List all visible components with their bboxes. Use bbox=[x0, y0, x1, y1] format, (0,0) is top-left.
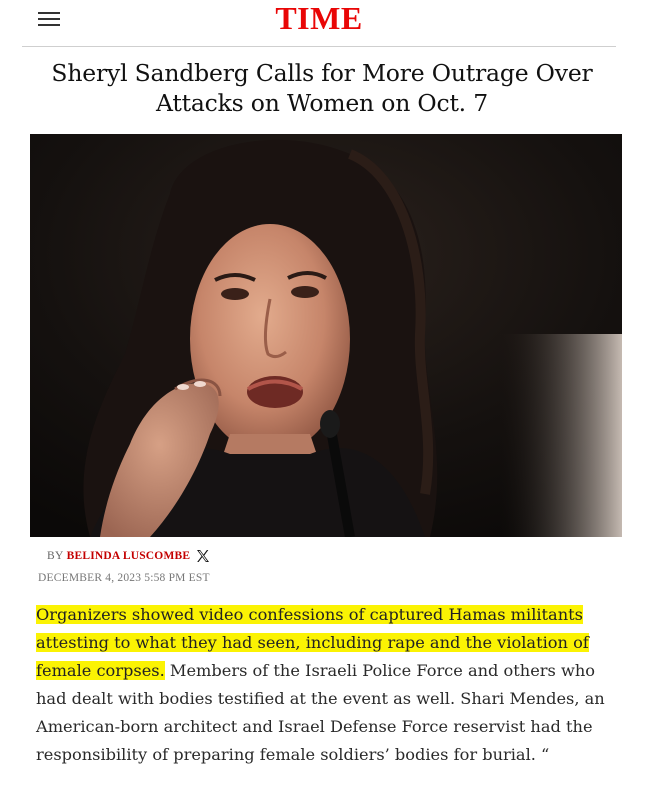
byline: By Belinda Luscombe bbox=[47, 547, 210, 565]
x-twitter-icon[interactable] bbox=[196, 549, 210, 563]
article-paragraph: Organizers showed video confessions of c… bbox=[36, 601, 626, 769]
byline-prefix: By bbox=[47, 550, 64, 562]
time-logo[interactable]: TIME bbox=[22, 0, 616, 36]
author-link[interactable]: Belinda Luscombe bbox=[67, 550, 191, 562]
site-header: TIME bbox=[22, 0, 616, 47]
article-headline: Sheryl Sandberg Calls for More Outrage O… bbox=[51, 59, 593, 117]
hero-photo-illustration bbox=[30, 134, 622, 537]
publish-date: December 4, 2023 5:58 PM EST bbox=[38, 572, 210, 584]
hero-image bbox=[30, 134, 622, 537]
